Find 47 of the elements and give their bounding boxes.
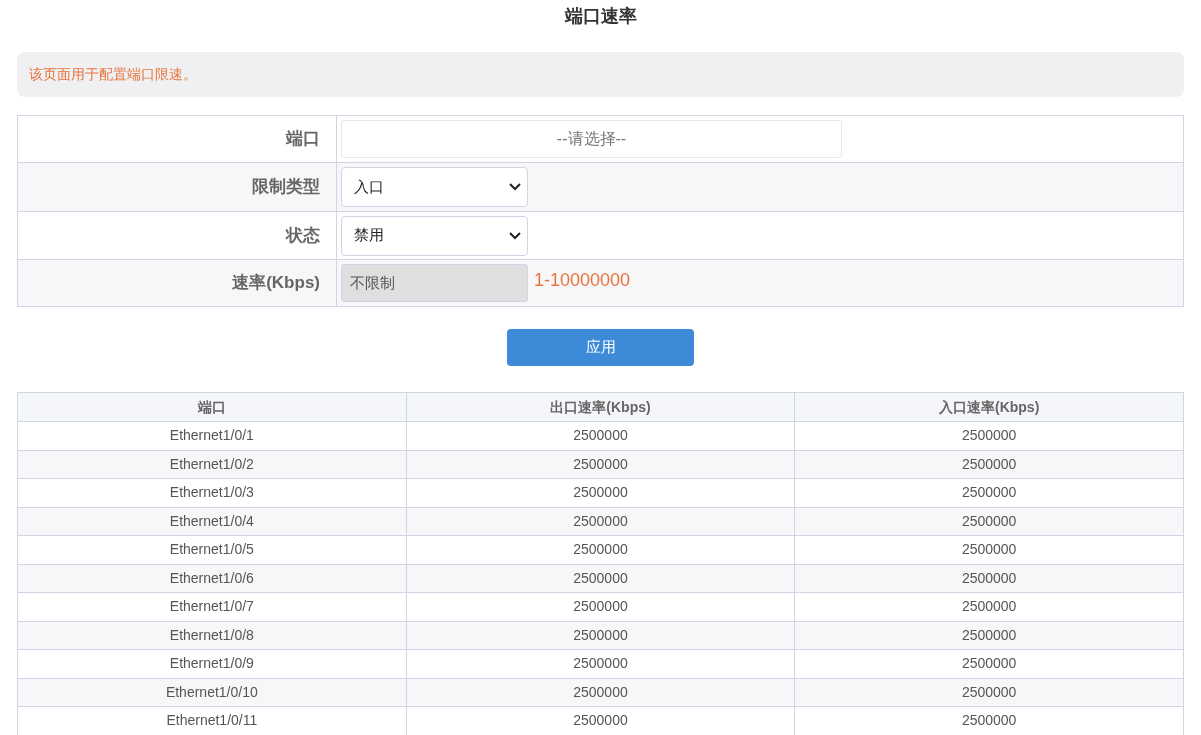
table-cell: 2500000 (406, 507, 795, 536)
table-cell: 2500000 (406, 621, 795, 650)
table-cell: 2500000 (794, 649, 1184, 678)
table-cell: Ethernet1/0/5 (17, 535, 407, 564)
table-cell: 2500000 (406, 535, 795, 564)
table-cell: 2500000 (406, 450, 795, 479)
table-cell: 2500000 (406, 478, 795, 507)
range-hint: 1-10000000 (534, 268, 631, 292)
dropdown[interactable]: 禁用 (341, 215, 528, 256)
table-cell: Ethernet1/0/7 (17, 592, 407, 621)
table-cell: Ethernet1/0/10 (17, 678, 407, 707)
table-cell: 2500000 (406, 649, 795, 678)
dropdown[interactable]: 入口 (341, 167, 528, 207)
table-cell: Ethernet1/0/4 (17, 507, 407, 536)
table-cell: 2500000 (794, 478, 1184, 507)
apply-button[interactable]: 应用 (507, 329, 694, 366)
chevron-down-icon (509, 183, 521, 191)
table-cell: Ethernet1/0/9 (17, 649, 407, 678)
table-cell: Ethernet1/0/6 (17, 564, 407, 593)
table-cell: 2500000 (406, 421, 795, 450)
table-cell: Ethernet1/0/8 (17, 621, 407, 650)
field-label: 限制类型 (252, 176, 320, 199)
table-cell: 2500000 (794, 535, 1184, 564)
field-label: 端口 (286, 128, 320, 151)
table-cell: Ethernet1/0/11 (17, 706, 407, 735)
table-cell: Ethernet1/0/3 (17, 478, 407, 507)
table-cell: 2500000 (794, 450, 1184, 479)
chevron-down-icon (509, 231, 521, 240)
table-cell: 2500000 (406, 678, 795, 707)
column-header: 出口速率(Kbps) (406, 392, 795, 422)
column-header: 入口速率(Kbps) (794, 392, 1184, 422)
column-header: 端口 (17, 392, 407, 422)
port-picker[interactable]: --请选择-- (341, 120, 842, 158)
field-label: 速率(Kbps) (232, 272, 320, 295)
table-cell: 2500000 (406, 592, 795, 621)
table-cell: Ethernet1/0/2 (17, 450, 407, 479)
table-cell: 2500000 (794, 621, 1184, 650)
table-cell: 2500000 (406, 564, 795, 593)
table-cell: 2500000 (794, 564, 1184, 593)
table-cell: Ethernet1/0/1 (17, 421, 407, 450)
notice-text: 该页面用于配置端口限速。 (29, 65, 197, 84)
table-cell: 2500000 (794, 592, 1184, 621)
table-cell: 2500000 (794, 678, 1184, 707)
table-cell: 2500000 (794, 421, 1184, 450)
page-title: 端口速率 (564, 5, 637, 28)
table-cell: 2500000 (794, 507, 1184, 536)
field-label: 状态 (286, 224, 320, 247)
